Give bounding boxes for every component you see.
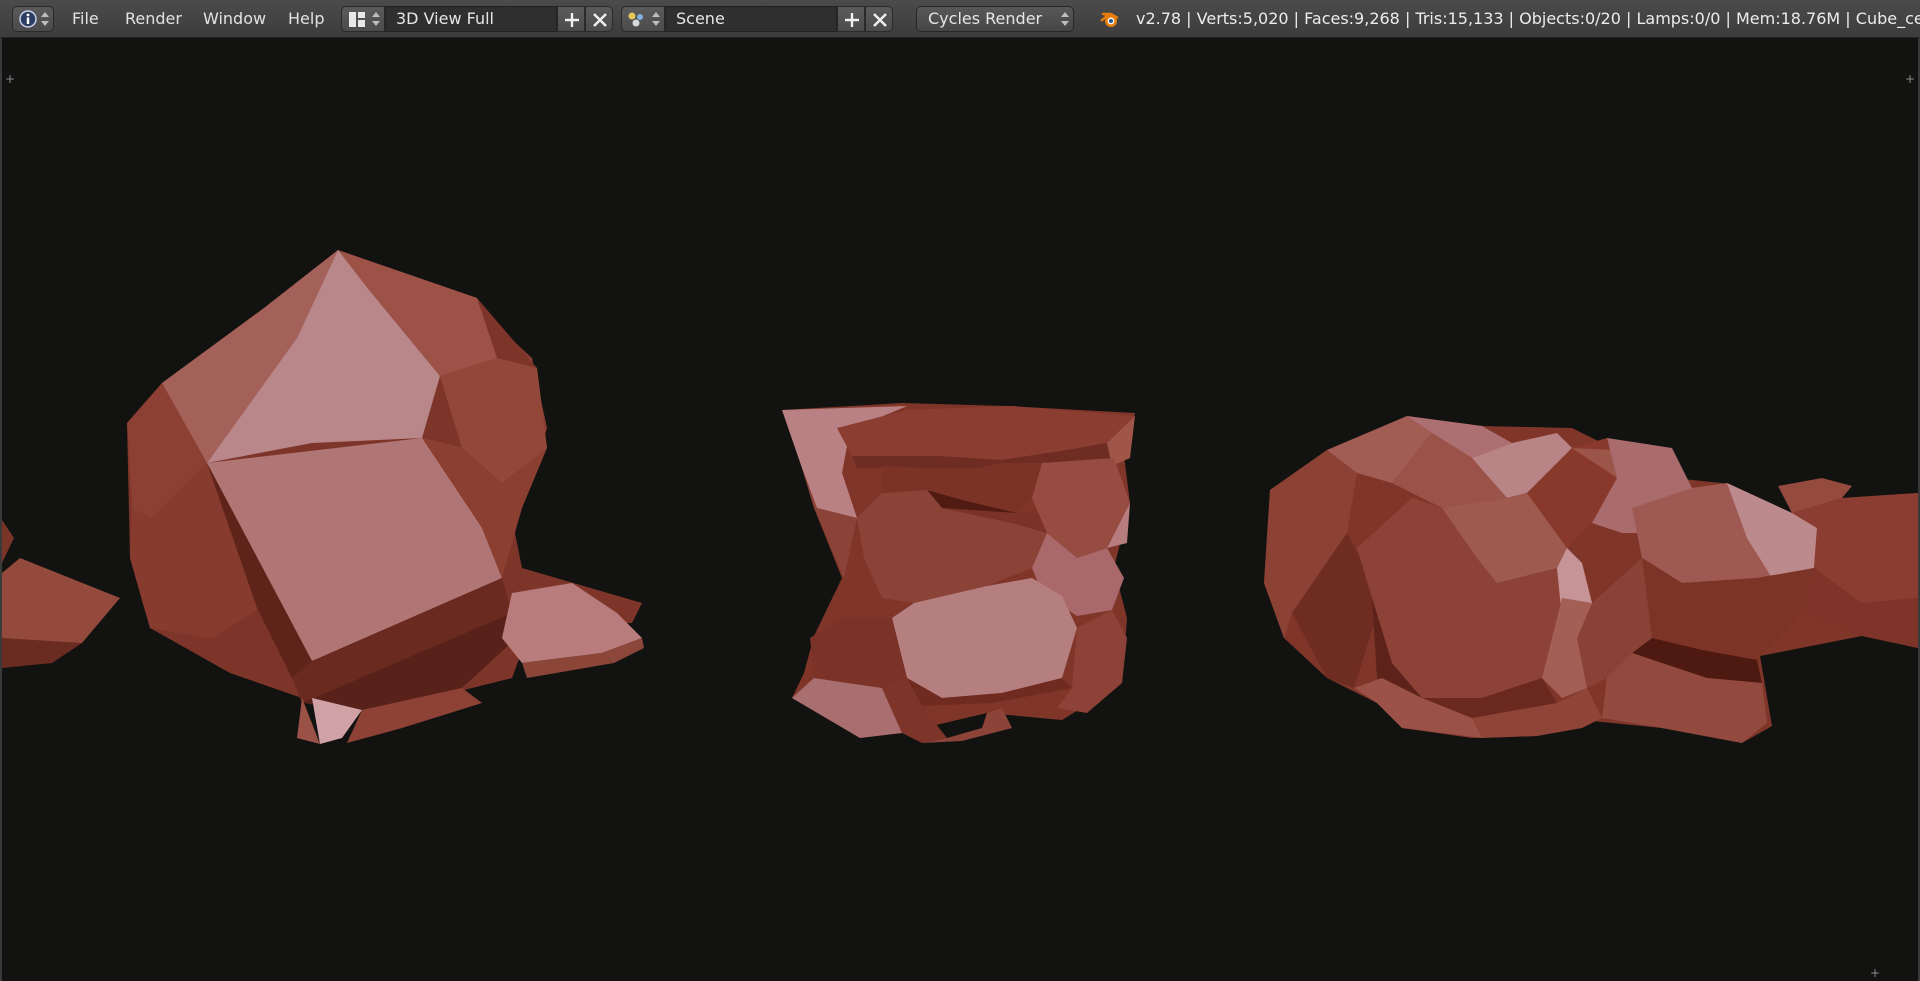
remove-scene-button[interactable] — [865, 6, 893, 32]
scene-field[interactable]: Scene — [665, 6, 837, 32]
render-engine-label: Cycles Render — [928, 9, 1043, 28]
layout-browse-button[interactable] — [341, 6, 385, 32]
close-icon — [873, 13, 887, 27]
close-icon — [593, 13, 607, 27]
scene-browse-button[interactable] — [621, 6, 665, 32]
rock-cluster-right[interactable] — [1264, 416, 1918, 743]
menu-file[interactable]: File — [72, 6, 99, 32]
plus-icon — [565, 13, 579, 27]
remove-layout-button[interactable] — [585, 6, 613, 32]
updown-arrows-icon — [652, 11, 660, 27]
layout-icon — [349, 12, 365, 27]
menu-render[interactable]: Render — [125, 6, 182, 32]
updown-arrows-icon — [41, 11, 49, 27]
rock-cluster-large[interactable] — [127, 250, 644, 744]
menu-help[interactable]: Help — [288, 6, 324, 32]
rock-cluster-middle[interactable] — [782, 403, 1135, 743]
plus-icon — [845, 13, 859, 27]
add-scene-button[interactable] — [837, 6, 865, 32]
rock-fragment-left — [2, 520, 120, 668]
add-layout-button[interactable] — [557, 6, 585, 32]
updown-arrows-icon — [1061, 11, 1069, 27]
blender-logo — [1100, 12, 1119, 27]
editor-type-button[interactable] — [12, 6, 54, 32]
scene-statistics: v2.78 | Verts:5,020 | Faces:9,268 | Tris… — [1136, 9, 1920, 28]
info-icon — [19, 10, 37, 28]
menu-window[interactable]: Window — [203, 6, 266, 32]
scene-icon — [628, 12, 643, 27]
screen-layout-field[interactable]: 3D View Full — [385, 6, 557, 32]
rock-fracture-render — [2, 250, 1918, 744]
updown-arrows-icon — [372, 11, 380, 27]
3d-viewport[interactable]: + + + — [0, 38, 1920, 981]
info-header: File Render Window Help 3D View Full Sce… — [0, 0, 1920, 38]
render-engine-dropdown[interactable]: Cycles Render — [916, 6, 1074, 32]
